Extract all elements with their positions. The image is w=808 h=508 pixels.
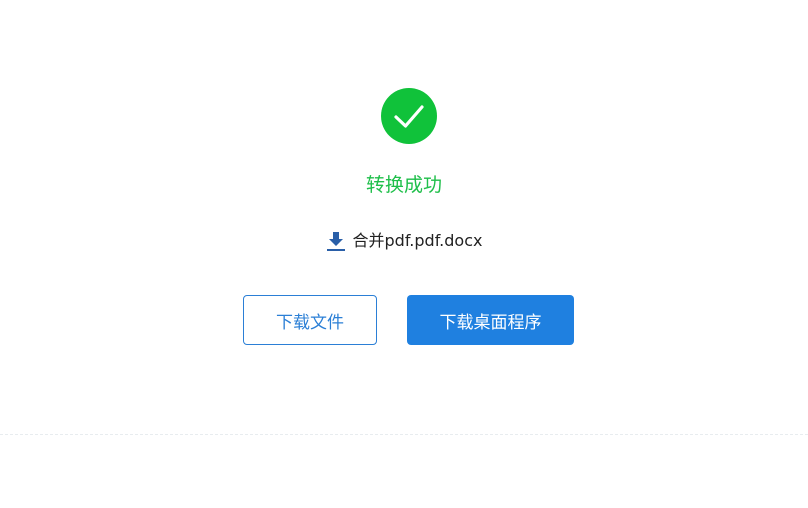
- download-file-button[interactable]: 下载文件: [243, 295, 377, 345]
- check-circle-icon: [381, 88, 437, 144]
- converted-file-name[interactable]: 合并pdf.pdf.docx: [353, 230, 483, 252]
- section-divider: [0, 434, 808, 435]
- converted-file-link[interactable]: 合并pdf.pdf.docx: [0, 228, 808, 254]
- conversion-result-page: 转换成功 合并pdf.pdf.docx 下载文件 下载桌面程序: [0, 0, 808, 508]
- download-desktop-app-button[interactable]: 下载桌面程序: [407, 295, 574, 345]
- checkmark-icon: [394, 105, 424, 128]
- conversion-status-text: 转换成功: [365, 174, 442, 196]
- download-icon[interactable]: [326, 230, 346, 252]
